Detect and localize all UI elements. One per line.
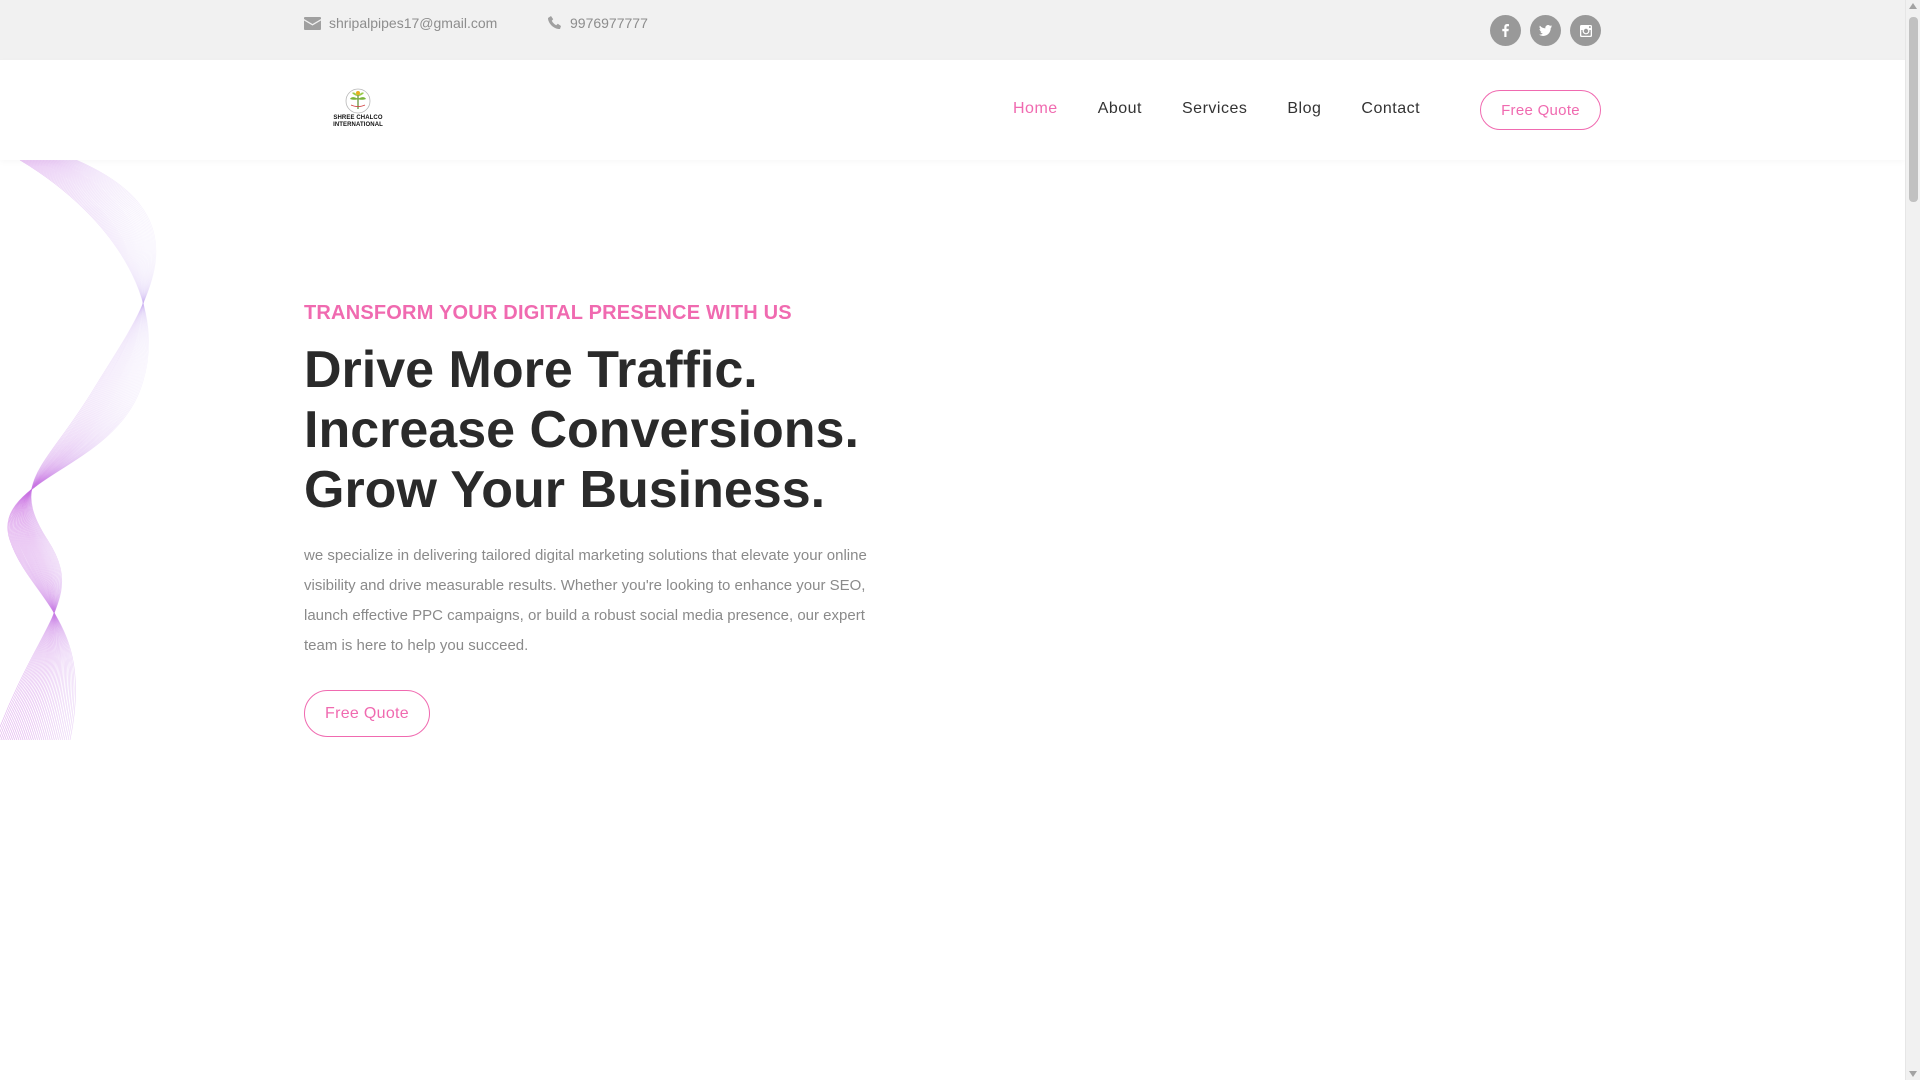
instagram-icon xyxy=(1579,24,1592,37)
instagram-button[interactable] xyxy=(1570,15,1601,46)
wave-line xyxy=(10,160,147,740)
decorative-wave-lines xyxy=(0,160,157,740)
envelope-icon xyxy=(304,16,321,30)
twitter-button[interactable] xyxy=(1530,15,1561,46)
nav-item-home[interactable]: Home xyxy=(1013,100,1058,118)
header-free-quote-button[interactable]: Free Quote xyxy=(1480,90,1601,130)
hero-title-line-1: Drive More Traffic. xyxy=(304,341,758,399)
logo-text-line2: INTERNATIONAL xyxy=(333,122,383,128)
hero-title: Drive More Traffic. Increase Conversions… xyxy=(304,340,924,520)
hero-description: we specialize in delivering tailored dig… xyxy=(304,547,867,654)
scrollbar-thumb[interactable] xyxy=(1909,17,1918,202)
facebook-button[interactable] xyxy=(1490,15,1521,46)
main-header: SHREE CHALCO INTERNATIONAL Home About Se… xyxy=(0,60,1905,160)
nav-item-contact[interactable]: Contact xyxy=(1361,100,1420,118)
scroll-down-arrow-icon[interactable] xyxy=(1909,1071,1917,1077)
phone-text[interactable]: 9976977777 xyxy=(570,15,648,31)
top-info-bar: shripalpipes17@gmail.com 9976977777 xyxy=(0,0,1905,60)
phone-contact[interactable]: 9976977777 xyxy=(548,15,648,31)
facebook-icon xyxy=(1502,24,1509,37)
leaf-logo-icon xyxy=(345,88,371,114)
hero-title-line-3: Grow Your Business. xyxy=(304,461,826,519)
page-scrollbar[interactable] xyxy=(1905,0,1920,1080)
phone-icon xyxy=(548,16,561,30)
hero-title-line-2: Increase Conversions. xyxy=(304,401,859,459)
hero-free-quote-button[interactable]: Free Quote xyxy=(304,690,430,737)
hero-subtitle: TRANSFORM YOUR DIGITAL PRESENCE WITH US xyxy=(304,302,792,324)
email-contact[interactable]: shripalpipes17@gmail.com xyxy=(304,15,497,31)
email-text[interactable]: shripalpipes17@gmail.com xyxy=(329,15,497,31)
main-nav: Home About Services Blog Contact xyxy=(1013,100,1460,118)
site-logo[interactable]: SHREE CHALCO INTERNATIONAL xyxy=(330,87,386,135)
logo-text-line1: SHREE CHALCO xyxy=(333,115,383,121)
nav-item-blog[interactable]: Blog xyxy=(1287,100,1321,118)
social-links xyxy=(1490,15,1601,46)
twitter-icon xyxy=(1539,25,1552,36)
scroll-up-arrow-icon[interactable] xyxy=(1909,3,1917,9)
nav-item-services[interactable]: Services xyxy=(1182,100,1247,118)
nav-item-about[interactable]: About xyxy=(1098,100,1142,118)
